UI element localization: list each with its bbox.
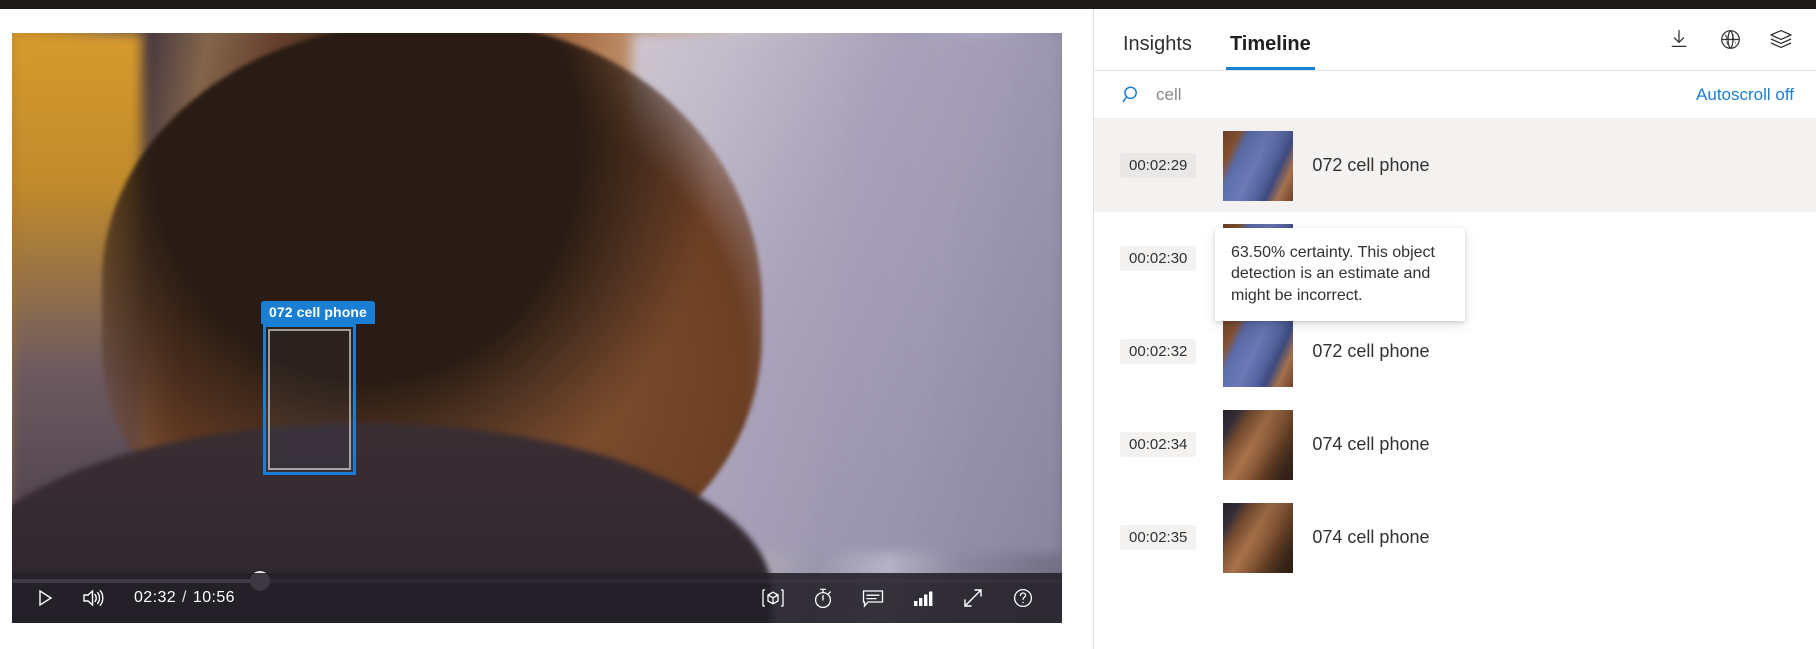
captions-icon[interactable] (860, 585, 886, 611)
video-player[interactable]: 072 cell phone (12, 33, 1062, 623)
total-time: 10:56 (192, 589, 235, 606)
globe-icon[interactable] (1717, 26, 1743, 52)
video-controls-left: 02:32 / 10:56 (12, 585, 235, 611)
time-readout: 02:32 / 10:56 (134, 589, 235, 607)
row-timestamp: 00:02:35 (1120, 525, 1197, 550)
row-timestamp: 00:02:29 (1120, 153, 1197, 178)
row-thumbnail[interactable] (1223, 409, 1294, 480)
detection-box-label[interactable]: 072 cell phone (261, 301, 375, 324)
row-timestamp: 00:02:30 (1120, 246, 1197, 271)
tab-insights[interactable]: Insights (1117, 34, 1198, 70)
video-control-bar: 02:32 / 10:56 (12, 573, 1062, 623)
table-row[interactable]: 00:02:29 072 cell phone (1094, 119, 1816, 212)
panel-tool-group (1666, 26, 1794, 52)
detection-bounding-box[interactable] (263, 324, 356, 475)
row-label: 072 cell phone (1312, 341, 1430, 361)
app-root: 072 cell phone 02:32 / 10:56 Insights Ti… (0, 0, 1816, 649)
timeline-list[interactable]: 00:02:29 072 cell phone 00:02:30 072 cel… (1094, 119, 1816, 649)
volume-icon[interactable] (80, 585, 106, 611)
time-separator: / (182, 589, 187, 606)
row-timestamp: 00:02:34 (1120, 432, 1197, 457)
detection-box-inner-outline (268, 329, 351, 470)
row-thumbnail[interactable] (1223, 130, 1294, 201)
quality-bars-icon[interactable] (910, 585, 936, 611)
top-chrome-strip (0, 0, 1816, 9)
current-time: 02:32 (134, 589, 177, 606)
tab-timeline[interactable]: Timeline (1224, 34, 1317, 70)
layers-icon[interactable] (1768, 26, 1794, 52)
fullscreen-icon[interactable] (960, 585, 986, 611)
search-icon (1120, 83, 1144, 107)
search-input[interactable]: cell (1156, 85, 1182, 105)
row-thumbnail[interactable] (1223, 502, 1294, 573)
row-thumbnail[interactable] (1223, 316, 1294, 387)
detection-certainty-tooltip: 63.50% certainty. This object detection … (1215, 228, 1465, 321)
object-detection-icon[interactable] (760, 585, 786, 611)
panel-tab-bar: Insights Timeline (1094, 9, 1816, 71)
video-controls-right (760, 585, 1062, 611)
timeline-search-row[interactable]: cell Autoscroll off (1094, 71, 1816, 119)
play-icon[interactable] (32, 585, 58, 611)
table-row[interactable]: 00:02:35 074 cell phone (1094, 491, 1816, 584)
row-timestamp: 00:02:32 (1120, 339, 1197, 364)
autoscroll-toggle[interactable]: Autoscroll off (1696, 85, 1794, 105)
insights-timeline-panel: Insights Timeline cell Autoscroll off 00… (1093, 9, 1816, 649)
row-label: 074 cell phone (1312, 434, 1430, 454)
table-row[interactable]: 00:02:34 074 cell phone (1094, 398, 1816, 491)
download-icon[interactable] (1666, 26, 1692, 52)
stopwatch-icon[interactable] (810, 585, 836, 611)
row-label: 072 cell phone (1312, 155, 1430, 175)
help-icon[interactable] (1010, 585, 1036, 611)
row-label: 074 cell phone (1312, 527, 1430, 547)
video-frame (12, 33, 1062, 623)
